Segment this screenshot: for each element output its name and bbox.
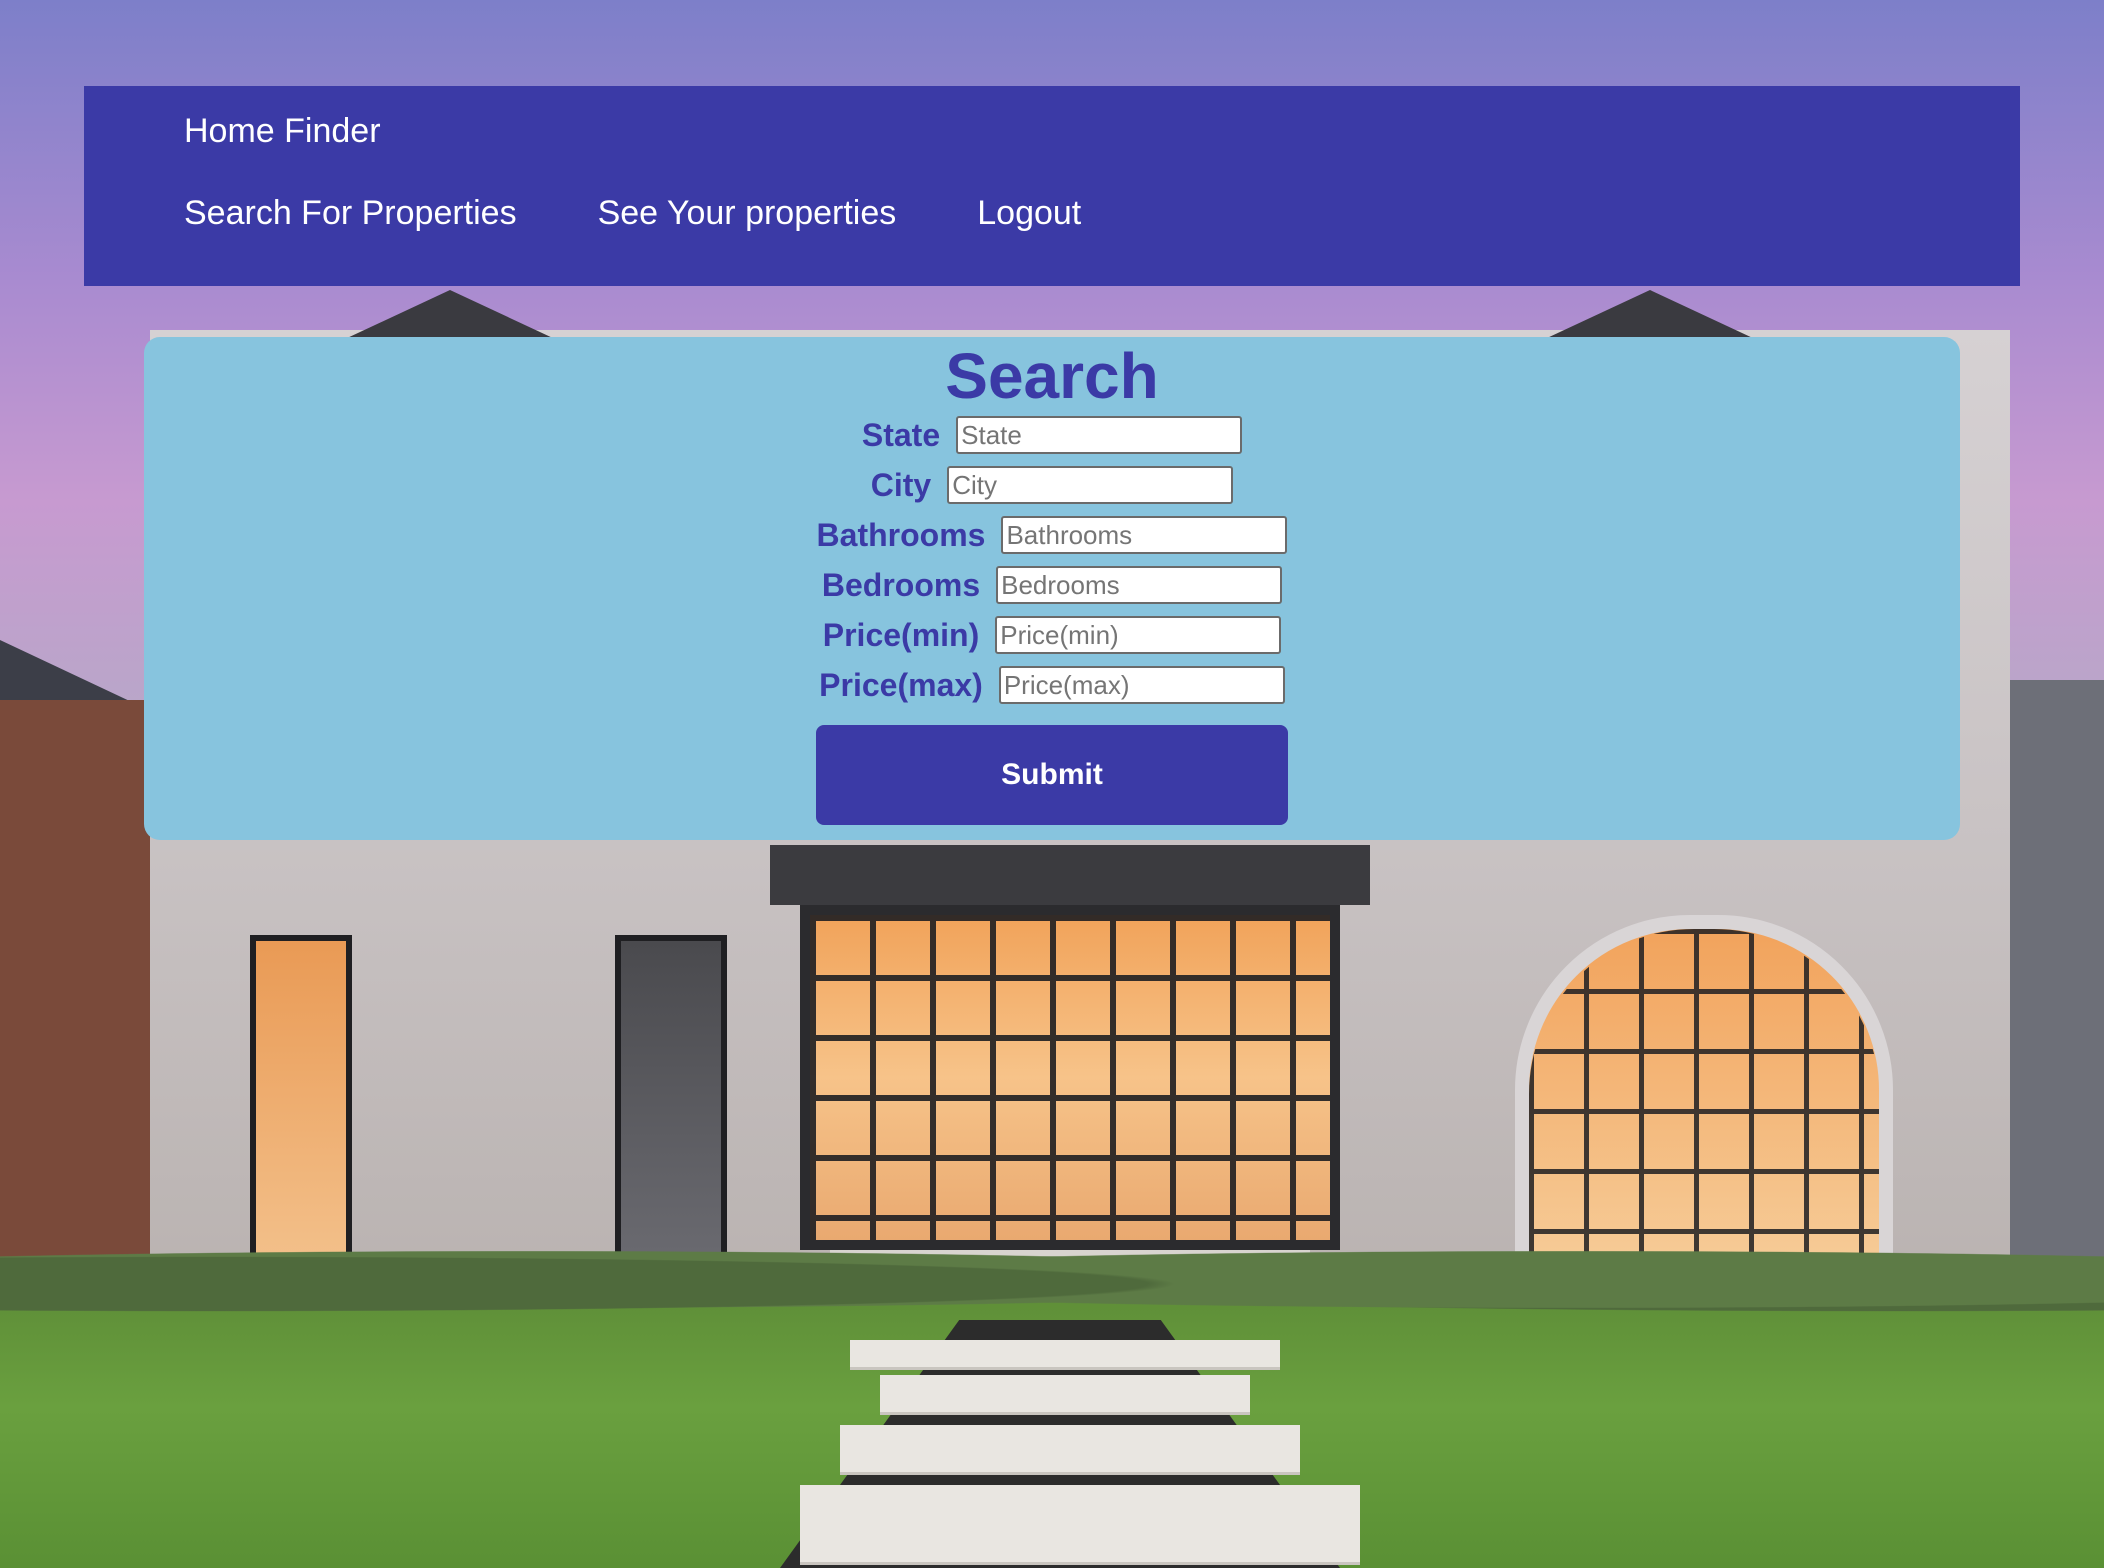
brand-title[interactable]: Home Finder: [184, 114, 381, 148]
bedrooms-input[interactable]: [996, 566, 1283, 604]
bathrooms-label: Bathrooms: [816, 516, 986, 553]
window-mid-left: [615, 935, 727, 1267]
search-title: Search: [945, 340, 1159, 412]
bedrooms-label: Bedrooms: [821, 566, 981, 603]
bushes: [0, 1230, 2104, 1320]
nav-link-search-properties[interactable]: Search For Properties: [184, 196, 517, 230]
nav-links: Search For Properties See Your propertie…: [184, 196, 1081, 230]
porch-roof: [770, 845, 1370, 905]
neighbor-house-right: [2010, 680, 2104, 1300]
bathrooms-input[interactable]: [1001, 516, 1288, 554]
form-row-city: City: [144, 465, 1960, 505]
door-grid: [810, 915, 1330, 1240]
search-form: Search State City Bathrooms Bedrooms Pri…: [144, 337, 1960, 840]
state-label: State: [861, 416, 941, 453]
form-row-price-min: Price(min): [144, 615, 1960, 655]
submit-button[interactable]: Submit: [816, 725, 1288, 825]
nav-link-your-properties[interactable]: See Your properties: [598, 196, 897, 230]
walkway-slab: [850, 1340, 1280, 1370]
form-row-bedrooms: Bedrooms: [144, 565, 1960, 605]
form-row-price-max: Price(max): [144, 665, 1960, 705]
nav-link-logout[interactable]: Logout: [977, 196, 1081, 230]
window-left: [250, 935, 352, 1267]
top-navbar: Home Finder Search For Properties See Yo…: [84, 86, 2020, 286]
city-input[interactable]: [947, 466, 1234, 504]
price-min-label: Price(min): [822, 616, 980, 653]
walkway-slab: [800, 1485, 1360, 1565]
price-min-input[interactable]: [995, 616, 1282, 654]
arched-window: [1515, 915, 1893, 1283]
price-max-label: Price(max): [819, 666, 983, 703]
walkway-slab: [880, 1375, 1250, 1415]
front-doors: [800, 905, 1340, 1250]
walkway-slab: [840, 1425, 1300, 1475]
state-input[interactable]: [956, 416, 1243, 454]
form-row-state: State: [144, 415, 1960, 455]
price-max-input[interactable]: [998, 666, 1285, 704]
arched-window-grid: [1529, 929, 1879, 1269]
city-label: City: [870, 466, 932, 503]
form-row-bathrooms: Bathrooms: [144, 515, 1960, 555]
